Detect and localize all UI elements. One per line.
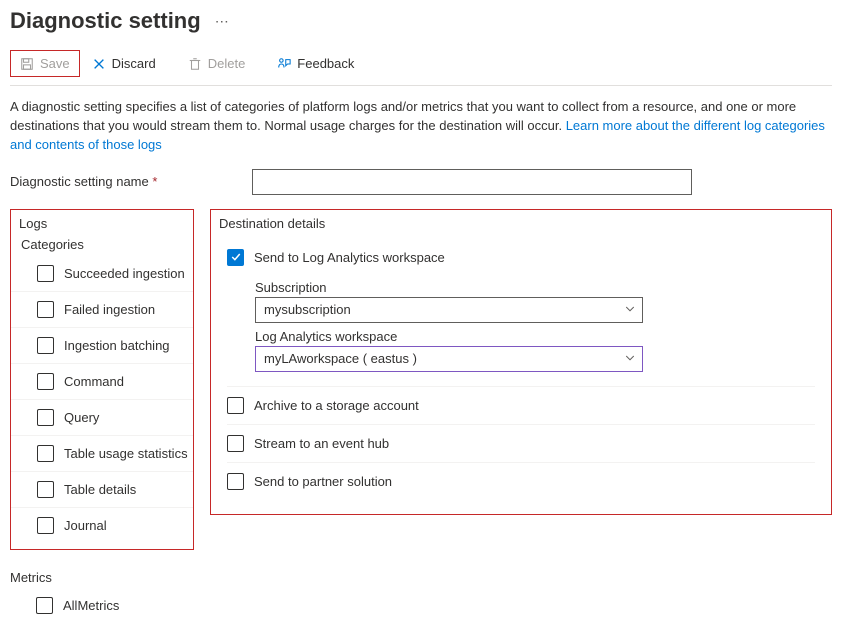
logs-subhead: Categories	[11, 235, 193, 256]
delete-label: Delete	[208, 56, 246, 71]
discard-icon	[92, 57, 106, 71]
logs-title: Logs	[11, 210, 193, 235]
save-icon	[20, 57, 34, 71]
log-category-label: Table details	[64, 482, 136, 497]
setting-name-input[interactable]	[252, 169, 692, 195]
checkbox[interactable]	[37, 409, 54, 426]
discard-label: Discard	[112, 56, 156, 71]
log-category-row[interactable]: Command	[11, 364, 193, 400]
checkbox[interactable]	[36, 597, 53, 614]
dest-label: Stream to an event hub	[254, 436, 389, 451]
save-label: Save	[40, 56, 70, 71]
dest-partner-row[interactable]: Send to partner solution	[227, 463, 815, 500]
checkbox[interactable]	[227, 435, 244, 452]
discard-button[interactable]: Discard	[84, 52, 164, 75]
workspace-select[interactable]: myLAworkspace ( eastus )	[255, 346, 643, 372]
log-analytics-subblock: Subscription mysubscription Log Analytic…	[227, 268, 815, 387]
metrics-title: Metrics	[10, 568, 194, 591]
log-category-row[interactable]: Failed ingestion	[11, 292, 193, 328]
check-icon	[230, 251, 242, 263]
subscription-value: mysubscription	[264, 302, 351, 317]
subscription-select[interactable]: mysubscription	[255, 297, 643, 323]
checkbox[interactable]	[37, 373, 54, 390]
dest-log-analytics-row[interactable]: Send to Log Analytics workspace	[227, 239, 815, 268]
log-category-row[interactable]: Table details	[11, 472, 193, 508]
metrics-row[interactable]: AllMetrics	[10, 591, 194, 620]
more-button[interactable]: ⋯	[211, 13, 233, 30]
feedback-label: Feedback	[297, 56, 354, 71]
dest-label: Send to partner solution	[254, 474, 392, 489]
page-title: Diagnostic setting	[10, 8, 201, 34]
chevron-down-icon	[624, 302, 636, 317]
dest-label: Archive to a storage account	[254, 398, 419, 413]
workspace-label: Log Analytics workspace	[255, 329, 815, 344]
destination-title: Destination details	[211, 210, 831, 235]
dest-storage-row[interactable]: Archive to a storage account	[227, 387, 815, 425]
setting-name-label: Diagnostic setting name *	[10, 174, 240, 189]
checkbox[interactable]	[37, 265, 54, 282]
dest-label: Send to Log Analytics workspace	[254, 250, 445, 265]
save-button[interactable]: Save	[12, 52, 78, 75]
dest-eventhub-row[interactable]: Stream to an event hub	[227, 425, 815, 463]
destination-panel: Destination details Send to Log Analytic…	[210, 209, 832, 515]
checkbox[interactable]	[37, 337, 54, 354]
toolbar: Save Discard Delete Feedback	[10, 46, 832, 86]
log-category-row[interactable]: Table usage statistics	[11, 436, 193, 472]
logs-panel: Logs Categories Succeeded ingestion Fail…	[10, 209, 194, 550]
metrics-panel: Metrics AllMetrics	[10, 568, 194, 620]
log-category-row[interactable]: Succeeded ingestion	[11, 256, 193, 292]
log-category-row[interactable]: Journal	[11, 508, 193, 543]
delete-icon	[188, 57, 202, 71]
log-category-row[interactable]: Query	[11, 400, 193, 436]
description: A diagnostic setting specifies a list of…	[10, 86, 832, 165]
feedback-button[interactable]: Feedback	[269, 52, 362, 75]
feedback-icon	[277, 57, 291, 71]
checkbox[interactable]	[37, 445, 54, 462]
checkbox[interactable]	[37, 481, 54, 498]
log-category-label: Succeeded ingestion	[64, 266, 185, 281]
log-category-label: Ingestion batching	[64, 338, 170, 353]
checkbox[interactable]	[227, 397, 244, 414]
log-category-label: Failed ingestion	[64, 302, 155, 317]
delete-button[interactable]: Delete	[180, 52, 254, 75]
checkbox-checked[interactable]	[227, 249, 244, 266]
log-category-label: Query	[64, 410, 99, 425]
log-category-label: Journal	[64, 518, 107, 533]
checkbox[interactable]	[227, 473, 244, 490]
checkbox[interactable]	[37, 301, 54, 318]
log-category-row[interactable]: Ingestion batching	[11, 328, 193, 364]
workspace-value: myLAworkspace ( eastus )	[264, 351, 417, 366]
log-category-label: Command	[64, 374, 124, 389]
metrics-label: AllMetrics	[63, 598, 119, 613]
chevron-down-icon	[624, 351, 636, 366]
checkbox[interactable]	[37, 517, 54, 534]
subscription-label: Subscription	[255, 280, 815, 295]
log-category-label: Table usage statistics	[64, 446, 188, 461]
